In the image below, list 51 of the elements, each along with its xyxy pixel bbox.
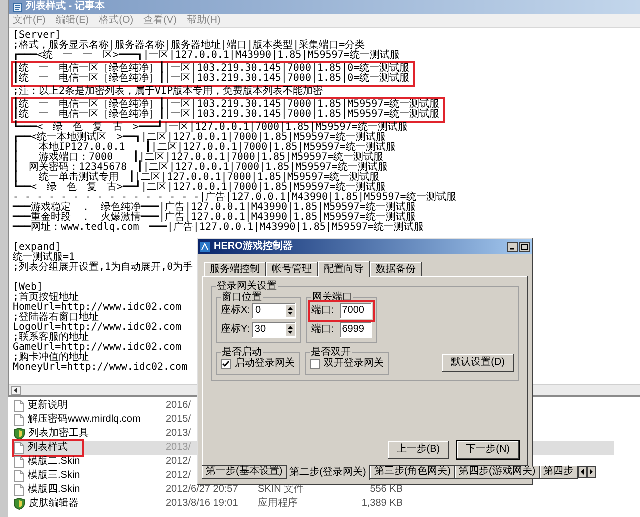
file-date: 2013/	[166, 442, 192, 454]
file-size: 1,389 KB	[360, 498, 403, 510]
file-date: 2013/	[166, 428, 192, 440]
text-line: ┗━━━< 绿 色 复 古 >━━━┛|一区|127.0.0.1|7000|1.85|M59597=统一测试服	[13, 123, 409, 133]
group-title: 是否启动	[221, 347, 263, 358]
text-line: ;列表分组展开设置,1为自动展开,0为手	[13, 263, 194, 273]
file-date: 2015/	[166, 414, 192, 426]
file-name: 列表样式	[28, 442, 68, 454]
file-name: 模版三.Skin	[28, 470, 80, 482]
group-title: 是否双开	[310, 347, 352, 358]
file-date: 2012/	[166, 456, 192, 468]
text-line: ;首页按钮地址	[13, 293, 80, 303]
text-line: ┗━━< 绿 色 复 古>━━┛|二区|127.0.0.1|7000|1.85|M59597=统一测试服	[13, 183, 386, 193]
text-line: [Web]	[13, 283, 44, 293]
file-type: 应用程序	[258, 498, 298, 510]
text-line: GameUrl=http://www.idc02.com	[13, 343, 183, 353]
field-label: 端口:	[311, 324, 334, 336]
text-line: ;登陆器右窗口地址	[13, 313, 100, 323]
text-line: ;购卡冲值的地址	[13, 353, 90, 363]
text-line: [expand]	[13, 243, 62, 253]
text-line: ;注：以上2条是加密列表，属于VIP版本专用，免费版本列表不能加密	[13, 87, 324, 97]
file-date: 2012/6/27 20:57	[166, 484, 238, 496]
file-name: 列表加密工具	[29, 428, 89, 440]
text-line: ;联系客服的地址	[13, 333, 90, 343]
file-name: 皮肤编辑器	[29, 498, 79, 510]
window-title: HERO游戏控制器	[214, 240, 293, 252]
file-name: 解压密码www.mirdlq.com	[28, 414, 141, 426]
text-line: ━━━游戏稳定 ． 绿色纯净━━━|广告|127.0.0.1|M43990|1.85|M59597=统一测试服	[13, 203, 417, 213]
text-line: - - - - - - - - - - - - - - - -|广告|127.0.0.1|M43990|1.85|M59597=统一测试服	[13, 193, 456, 203]
window-title: 列表样式 - 记事本	[26, 1, 105, 13]
field-label: 座标X:	[221, 305, 250, 317]
group-title: 登录网关设置	[216, 281, 278, 292]
text-line: LogoUrl=http://www.idc02.com	[13, 323, 183, 333]
text-line: MoneyUrl=http://www.idc02.com	[13, 363, 188, 373]
text-line: HomeUrl=http://www.idc02.com	[13, 303, 183, 313]
text-line: 统一测试服=1	[13, 253, 76, 263]
text-line: ;格式，服务显示名称|服务器名称|服务器地址|端口|版本类型|采集端口=分类	[13, 41, 366, 51]
field-label: 端口:	[311, 305, 334, 317]
file-date: 2016/	[166, 400, 192, 412]
file-name: 更新说明	[28, 400, 68, 412]
file-date: 2012/	[166, 470, 192, 482]
file-date: 2013/8/16 19:01	[166, 498, 238, 510]
file-size: 556 KB	[369, 484, 403, 496]
file-name: 模版四.Skin	[28, 484, 80, 496]
text-line: [Server]	[13, 31, 62, 41]
group-title: 窗口位置	[221, 292, 263, 303]
text-line: ━━━重金时段 ． 火爆激情━━━|广告|127.0.0.1|M43990|1.85|M59597=统一测试服	[13, 213, 416, 223]
field-label: 座标Y:	[221, 324, 250, 336]
text-line: ━━━网址：www.tedlq.com ━━━|广告|127.0.0.1|M43990|1.85|M59597=统一测试服	[13, 223, 426, 233]
text-line: ┏━━━<统 一 一 区>━━━┓|一区|127.0.0.1|M43990|1.85|M59597=统一测试服	[13, 51, 400, 61]
file-name: 模版二.Skin	[28, 456, 80, 468]
